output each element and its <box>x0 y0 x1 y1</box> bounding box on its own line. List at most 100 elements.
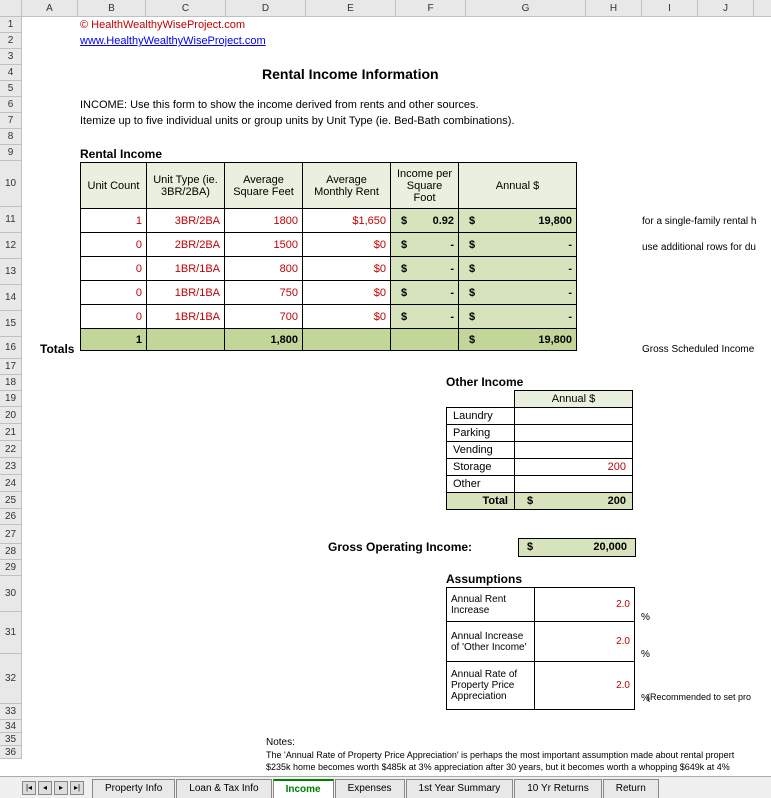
other-income-header: Other Income <box>446 375 523 389</box>
column-header-A[interactable]: A <box>22 0 78 16</box>
tab-next-icon[interactable]: ▸ <box>54 781 68 795</box>
unit-count-cell[interactable]: 0 <box>81 257 147 281</box>
row-header-10[interactable]: 10 <box>0 161 22 207</box>
other-val-cell[interactable] <box>515 476 633 493</box>
row-header-22[interactable]: 22 <box>0 441 22 458</box>
website-link[interactable]: www.HealthyWealthyWiseProject.com <box>80 35 266 47</box>
row-header-28[interactable]: 28 <box>0 544 22 560</box>
row-header-7[interactable]: 7 <box>0 113 22 129</box>
row-header-13[interactable]: 13 <box>0 259 22 285</box>
row-header-5[interactable]: 5 <box>0 81 22 97</box>
row-header-34[interactable]: 34 <box>0 720 22 733</box>
row-header-23[interactable]: 23 <box>0 458 22 475</box>
assump-label: Annual Rate of Property Price Appreciati… <box>447 662 535 710</box>
rental-col-1: Unit Type (ie. 3BR/2BA) <box>147 163 225 209</box>
other-income-table: Annual $LaundryParkingVendingStorage200O… <box>446 390 633 510</box>
row-header-27[interactable]: 27 <box>0 525 22 544</box>
rental-col-4: Income per Square Foot <box>391 163 459 209</box>
column-header-E[interactable]: E <box>306 0 396 16</box>
tab-10-yr-returns[interactable]: 10 Yr Returns <box>514 779 602 798</box>
rent-cell[interactable]: $0 <box>303 257 391 281</box>
row-header-2[interactable]: 2 <box>0 33 22 49</box>
row-header-9[interactable]: 9 <box>0 145 22 161</box>
row-header-12[interactable]: 12 <box>0 233 22 259</box>
other-label: Other <box>447 476 515 493</box>
assump-val-cell[interactable]: 2.0 <box>535 588 635 622</box>
unit-count-cell[interactable]: 0 <box>81 281 147 305</box>
tab-prev-icon[interactable]: ◂ <box>38 781 52 795</box>
other-total-val: $200 <box>515 493 633 510</box>
row-header-4[interactable]: 4 <box>0 65 22 81</box>
other-val-cell[interactable] <box>515 425 633 442</box>
unit-type-cell[interactable]: 1BR/1BA <box>147 281 225 305</box>
rent-cell[interactable]: $0 <box>303 305 391 329</box>
row-header-20[interactable]: 20 <box>0 407 22 424</box>
column-header-C[interactable]: C <box>146 0 226 16</box>
column-header-I[interactable]: I <box>642 0 698 16</box>
rent-cell[interactable]: $0 <box>303 281 391 305</box>
unit-type-cell[interactable]: 2BR/2BA <box>147 233 225 257</box>
sqft-cell[interactable]: 1500 <box>225 233 303 257</box>
unit-count-cell[interactable]: 0 <box>81 233 147 257</box>
row-header-15[interactable]: 15 <box>0 311 22 337</box>
tab-last-icon[interactable]: ▸| <box>70 781 84 795</box>
assump-val-cell[interactable]: 2.0 <box>535 622 635 662</box>
other-val-cell[interactable] <box>515 408 633 425</box>
rental-income-table: Unit CountUnit Type (ie. 3BR/2BA)Average… <box>80 162 577 351</box>
row-header-33[interactable]: 33 <box>0 704 22 720</box>
column-header-G[interactable]: G <box>466 0 586 16</box>
other-label: Parking <box>447 425 515 442</box>
unit-type-cell[interactable]: 1BR/1BA <box>147 257 225 281</box>
row-header-8[interactable]: 8 <box>0 129 22 145</box>
unit-type-cell[interactable]: 1BR/1BA <box>147 305 225 329</box>
row-header-16[interactable]: 16 <box>0 337 22 359</box>
column-header-B[interactable]: B <box>78 0 146 16</box>
tab-first-icon[interactable]: |◂ <box>22 781 36 795</box>
tab-return[interactable]: Return <box>603 779 659 798</box>
other-val-cell[interactable] <box>515 442 633 459</box>
rental-row: 01BR/1BA700$0$-$- <box>81 305 577 329</box>
row-header-19[interactable]: 19 <box>0 391 22 407</box>
row-header-1[interactable]: 1 <box>0 17 22 33</box>
tab-expenses[interactable]: Expenses <box>335 779 405 798</box>
unit-count-cell[interactable]: 0 <box>81 305 147 329</box>
unit-count-cell[interactable]: 1 <box>81 209 147 233</box>
row-header-18[interactable]: 18 <box>0 375 22 391</box>
row-header-29[interactable]: 29 <box>0 560 22 576</box>
row-header-35[interactable]: 35 <box>0 733 22 746</box>
tab-income[interactable]: Income <box>273 779 334 798</box>
row-header-6[interactable]: 6 <box>0 97 22 113</box>
column-header-H[interactable]: H <box>586 0 642 16</box>
column-header-F[interactable]: F <box>396 0 466 16</box>
tab-loan-tax-info[interactable]: Loan & Tax Info <box>176 779 271 798</box>
row-header-36[interactable]: 36 <box>0 746 22 759</box>
sqft-cell[interactable]: 800 <box>225 257 303 281</box>
other-val-cell[interactable]: 200 <box>515 459 633 476</box>
rent-cell[interactable]: $1,650 <box>303 209 391 233</box>
totals-sqft: 1,800 <box>225 329 303 351</box>
rent-cell[interactable]: $0 <box>303 233 391 257</box>
row-header-21[interactable]: 21 <box>0 424 22 441</box>
row-header-14[interactable]: 14 <box>0 285 22 311</box>
row-header-26[interactable]: 26 <box>0 509 22 525</box>
row-header-30[interactable]: 30 <box>0 576 22 612</box>
row-header-24[interactable]: 24 <box>0 475 22 492</box>
row-header-17[interactable]: 17 <box>0 359 22 375</box>
row-header-11[interactable]: 11 <box>0 207 22 233</box>
assump-val-cell[interactable]: 2.0 <box>535 662 635 710</box>
psf-cell: $- <box>391 305 459 329</box>
totals-annual: $19,800 <box>459 329 577 351</box>
tab-1st-year-summary[interactable]: 1st Year Summary <box>406 779 514 798</box>
row-header-31[interactable]: 31 <box>0 612 22 654</box>
unit-type-cell[interactable]: 3BR/2BA <box>147 209 225 233</box>
row-header-32[interactable]: 32 <box>0 654 22 704</box>
row-header-3[interactable]: 3 <box>0 49 22 65</box>
column-headers: ABCDEFGHIJ <box>0 0 771 17</box>
sqft-cell[interactable]: 750 <box>225 281 303 305</box>
column-header-D[interactable]: D <box>226 0 306 16</box>
column-header-J[interactable]: J <box>698 0 754 16</box>
row-header-25[interactable]: 25 <box>0 492 22 509</box>
sqft-cell[interactable]: 1800 <box>225 209 303 233</box>
tab-property-info[interactable]: Property Info <box>92 779 175 798</box>
sqft-cell[interactable]: 700 <box>225 305 303 329</box>
